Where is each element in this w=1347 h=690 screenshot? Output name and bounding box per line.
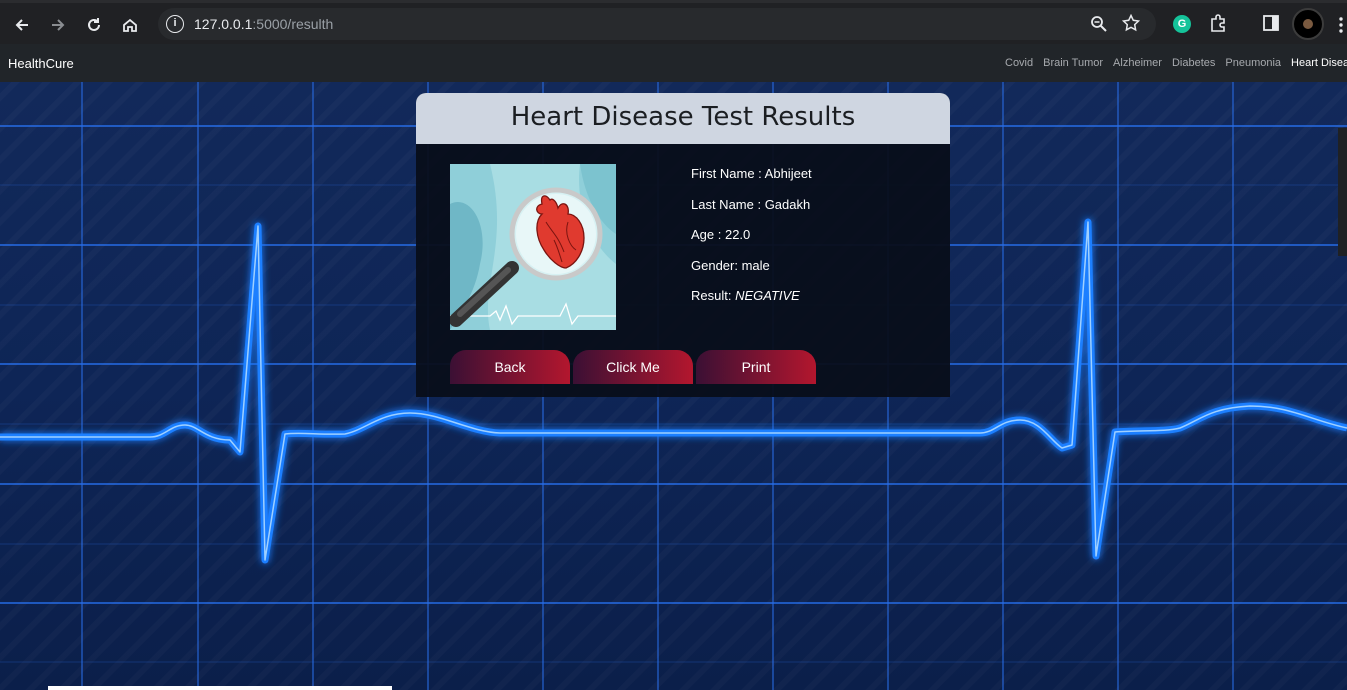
info-icon[interactable]: i bbox=[166, 15, 184, 33]
heart-magnifier-image bbox=[449, 164, 616, 330]
sidepanel-icon[interactable] bbox=[1263, 15, 1279, 36]
click-me-button[interactable]: Click Me bbox=[573, 350, 693, 384]
card-header: Heart Disease Test Results bbox=[416, 93, 950, 144]
patient-info: First Name : Abhijeet Last Name : Gadakh… bbox=[691, 166, 812, 319]
star-icon[interactable] bbox=[1121, 13, 1141, 37]
heart-illustration bbox=[449, 164, 616, 330]
action-buttons: Back Click Me Print bbox=[450, 350, 816, 384]
reload-icon[interactable] bbox=[80, 11, 108, 39]
print-button[interactable]: Print bbox=[696, 350, 816, 384]
browser-toolbar: i 127.0.0.1:5000/resulth G bbox=[0, 0, 1347, 44]
url-host: 127.0.0.1 bbox=[194, 16, 253, 32]
zoom-icon[interactable] bbox=[1090, 15, 1108, 38]
nav-link-alzheimer[interactable]: Alzheimer bbox=[1113, 57, 1162, 69]
brand-link[interactable]: HealthCure bbox=[8, 56, 74, 71]
bottom-scrollbar[interactable] bbox=[48, 686, 392, 690]
result-value: NEGATIVE bbox=[735, 288, 800, 303]
nav-links: Covid Brain Tumor Alzheimer Diabetes Pne… bbox=[1005, 57, 1347, 69]
home-icon[interactable] bbox=[116, 11, 144, 39]
profile-icon[interactable] bbox=[1292, 8, 1324, 40]
first-name-text: First Name : Abhijeet bbox=[691, 166, 812, 181]
nav-link-covid[interactable]: Covid bbox=[1005, 57, 1033, 69]
back-button[interactable]: Back bbox=[450, 350, 570, 384]
url-text[interactable]: 127.0.0.1:5000/resulth bbox=[194, 16, 333, 32]
result-label: Result: bbox=[691, 288, 736, 303]
nav-link-heart-disease[interactable]: Heart Diseas bbox=[1291, 57, 1347, 69]
address-bar[interactable]: i 127.0.0.1:5000/resulth bbox=[158, 8, 1156, 40]
results-card: Heart Disease Test Results First Name : … bbox=[416, 93, 950, 397]
extensions-icon[interactable] bbox=[1209, 14, 1227, 37]
result-row: Result: NEGATIVE bbox=[691, 288, 812, 319]
grammarly-icon[interactable]: G bbox=[1173, 15, 1191, 33]
nav-link-brain-tumor[interactable]: Brain Tumor bbox=[1043, 57, 1103, 69]
side-widget[interactable] bbox=[1338, 128, 1347, 256]
page-title: Heart Disease Test Results bbox=[510, 102, 856, 132]
last-name-text: Last Name : Gadakh bbox=[691, 196, 811, 212]
nav-link-pneumonia[interactable]: Pneumonia bbox=[1225, 57, 1281, 69]
menu-icon[interactable] bbox=[1338, 17, 1344, 38]
gender-text: Gender: male bbox=[691, 257, 770, 273]
url-path: :5000/resulth bbox=[252, 16, 334, 32]
back-arrow-icon[interactable] bbox=[8, 11, 36, 39]
nav-link-diabetes[interactable]: Diabetes bbox=[1172, 57, 1215, 69]
age-text: Age : 22.0 bbox=[691, 227, 751, 242]
site-navbar: HealthCure Covid Brain Tumor Alzheimer D… bbox=[0, 44, 1347, 82]
forward-arrow-icon[interactable] bbox=[44, 11, 72, 39]
